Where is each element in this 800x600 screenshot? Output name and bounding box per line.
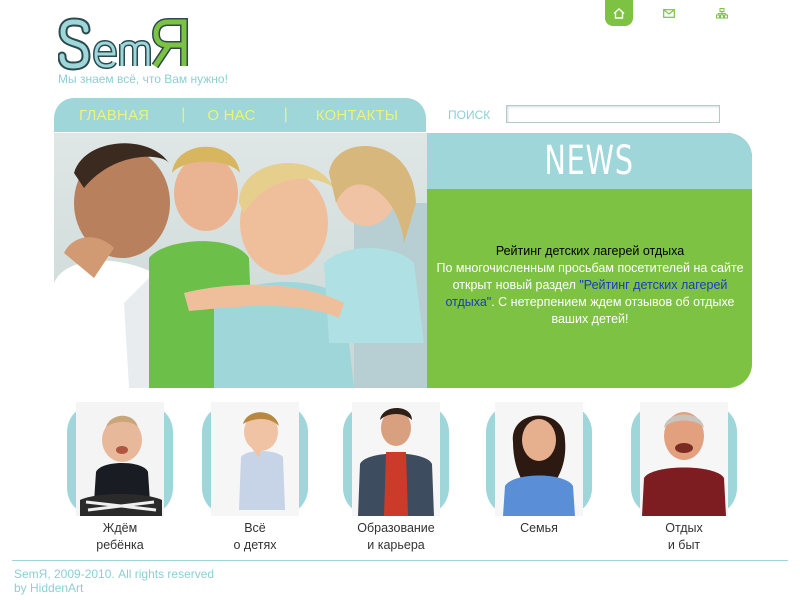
- mail-icon[interactable]: [655, 0, 683, 26]
- hero-family-photo: [54, 133, 428, 388]
- main-nav: ГЛАВНАЯ | О НАС | КОНТАКТЫ: [54, 98, 426, 132]
- nav-item-contacts[interactable]: КОНТАКТЫ: [316, 107, 399, 124]
- thinking-girl-photo[interactable]: [211, 402, 299, 516]
- laughing-man-photo[interactable]: [640, 402, 728, 516]
- category-leisure-home[interactable]: Отдых и быт: [631, 402, 737, 554]
- category-label[interactable]: Отдых и быт: [631, 520, 737, 554]
- category-education-career[interactable]: Образование и карьера: [343, 402, 449, 554]
- category-frame: [486, 402, 592, 516]
- young-man-photo[interactable]: [352, 402, 440, 516]
- category-frame: [202, 402, 308, 516]
- category-frame: [343, 402, 449, 516]
- nav-separator: |: [283, 106, 288, 123]
- nav-item-about[interactable]: О НАС: [207, 107, 255, 124]
- category-frame: [631, 402, 737, 516]
- news-body: Рейтинг детских лагерей отдыха По многоч…: [435, 243, 745, 328]
- woman-photo[interactable]: [495, 402, 583, 516]
- category-label[interactable]: Образование и карьера: [343, 520, 449, 554]
- site-tagline: Мы знаем всё, что Вам нужно!: [58, 72, 228, 86]
- category-label[interactable]: Ждём ребёнка: [67, 520, 173, 554]
- news-text-after: . С нетерпением ждем отзывов об отдыхе в…: [491, 295, 735, 326]
- sitemap-icon[interactable]: [708, 0, 736, 26]
- category-label[interactable]: Семья: [486, 520, 592, 537]
- home-icon[interactable]: [605, 0, 633, 26]
- category-frame: [67, 402, 173, 516]
- footer-divider: [12, 560, 788, 561]
- crying-baby-photo[interactable]: [76, 402, 164, 516]
- news-title: NEWS: [544, 138, 635, 184]
- search-input[interactable]: [506, 105, 720, 123]
- category-about-children[interactable]: Всё о детях: [202, 402, 308, 554]
- news-panel: NEWS Рейтинг детских лагерей отдыха По м…: [427, 133, 752, 388]
- search-label: ПОИСК: [448, 108, 491, 122]
- site-logo[interactable]: [57, 10, 198, 74]
- news-headline[interactable]: Рейтинг детских лагерей отдыха: [435, 243, 745, 260]
- nav-separator: |: [181, 106, 186, 123]
- footer-credit[interactable]: by HiddenArt: [14, 581, 83, 595]
- footer-copyright: SemЯ, 2009-2010. All rights reserved: [14, 567, 215, 581]
- category-expecting-baby[interactable]: Ждём ребёнка: [67, 402, 173, 554]
- news-header: NEWS: [427, 133, 752, 189]
- nav-item-home[interactable]: ГЛАВНАЯ: [79, 107, 149, 124]
- top-icon-bar: [605, 0, 735, 26]
- category-family[interactable]: Семья: [486, 402, 592, 537]
- category-label[interactable]: Всё о детях: [202, 520, 308, 554]
